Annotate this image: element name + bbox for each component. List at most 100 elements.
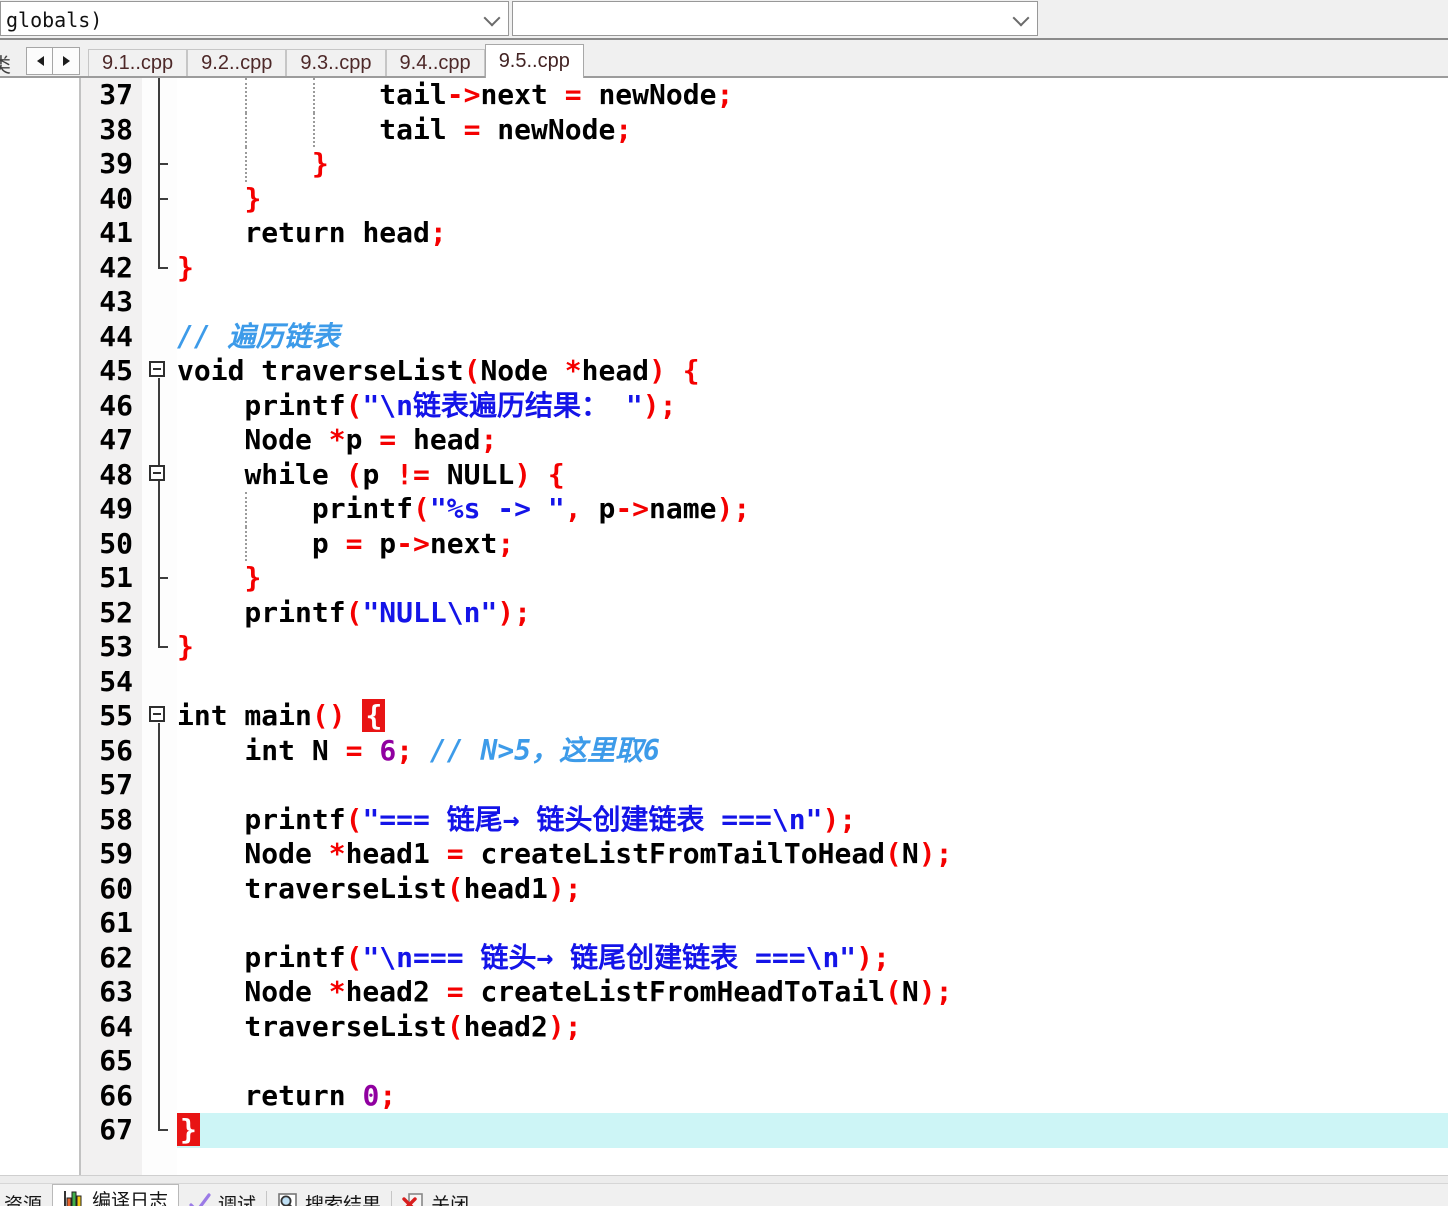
token-o: (: [885, 837, 902, 870]
code-line-50: 50 p = p->next;: [81, 526, 1448, 561]
code-text[interactable]: }: [177, 561, 1448, 596]
token-s: "=== 链尾→ 链头创建链表 ===\n": [362, 802, 823, 836]
code-line-39: 39 }: [81, 147, 1448, 182]
token-p: [177, 734, 244, 767]
member-combobox[interactable]: [512, 1, 1038, 36]
line-number: 60: [81, 871, 142, 906]
token-o: ;: [379, 1078, 397, 1112]
line-number: 56: [81, 733, 142, 768]
code-text[interactable]: Node *head2 = createListFromHeadToTail(N…: [177, 975, 1448, 1010]
fold-collapse-box[interactable]: [149, 361, 165, 377]
line-number: 37: [81, 78, 142, 113]
report-tab-资源[interactable]: 资源: [0, 1188, 52, 1206]
token-o: }: [177, 630, 194, 663]
file-tab-9.5..cpp[interactable]: 9.5..cpp: [484, 44, 584, 78]
report-tab-label: 资源: [4, 1194, 43, 1206]
code-text[interactable]: }: [177, 147, 1448, 182]
code-text[interactable]: tail = newNode;: [177, 112, 1448, 147]
fold-line: [158, 1009, 160, 1044]
code-text[interactable]: traverseList(head2);: [177, 1010, 1448, 1045]
code-text[interactable]: [177, 1044, 1448, 1079]
fold-collapse-box[interactable]: [149, 706, 165, 722]
report-tab-编译日志[interactable]: 编译日志: [52, 1184, 180, 1206]
class-combobox[interactable]: globals): [0, 1, 509, 36]
fold-margin: [142, 526, 177, 561]
fold-line: [158, 906, 160, 941]
code-text[interactable]: int main() {: [177, 699, 1448, 734]
code-line-65: 65: [81, 1044, 1448, 1079]
code-text[interactable]: int N = 6; // N>5，这里取6: [177, 734, 1448, 769]
token-o: ->: [615, 492, 650, 525]
code-text[interactable]: printf("=== 链尾→ 链头创建链表 ===\n");: [177, 803, 1448, 838]
code-text[interactable]: void traverseList(Node *head) {: [177, 354, 1448, 389]
token-p: traverseList: [244, 354, 464, 387]
file-tab-9.1..cpp[interactable]: 9.1..cpp: [88, 49, 188, 76]
code-editor[interactable]: 37 tail->next = newNode; 38 tail = newNod…: [81, 78, 1448, 1176]
code-line-47: 47 Node *p = head;: [81, 423, 1448, 458]
token-k: return: [244, 216, 346, 249]
code-text[interactable]: printf("NULL\n");: [177, 596, 1448, 631]
report-tab-调试[interactable]: 调试: [179, 1188, 266, 1206]
indent-guide: [245, 526, 248, 561]
code-text[interactable]: Node *head1 = createListFromTailToHead(N…: [177, 837, 1448, 872]
fold-margin: [142, 595, 177, 630]
close-x-icon: [402, 1193, 423, 1206]
code-text[interactable]: Node *p = head;: [177, 423, 1448, 458]
code-text[interactable]: }: [177, 182, 1448, 217]
token-p: Node: [177, 837, 329, 870]
code-text[interactable]: return head;: [177, 216, 1448, 251]
code-line-38: 38 tail = newNode;: [81, 112, 1448, 147]
code-line-60: 60 traverseList(head1);: [81, 871, 1448, 907]
code-text[interactable]: [177, 768, 1448, 803]
file-tab-9.4..cpp[interactable]: 9.4..cpp: [385, 49, 485, 76]
token-o: }: [177, 250, 194, 284]
code-text[interactable]: }: [177, 251, 1448, 286]
code-text[interactable]: // 遍历链表: [177, 320, 1448, 355]
token-p: [666, 354, 683, 387]
token-o: );: [822, 802, 857, 836]
line-number: 40: [81, 181, 142, 216]
code-text[interactable]: [177, 665, 1448, 700]
code-line-52: 52 printf("NULL\n");: [81, 595, 1448, 631]
fold-margin[interactable]: [142, 354, 177, 389]
file-tab-9.3..cpp[interactable]: 9.3..cpp: [286, 49, 386, 76]
code-text[interactable]: while (p != NULL) {: [177, 458, 1448, 493]
code-text[interactable]: tail->next = newNode;: [177, 78, 1448, 113]
report-tab-搜索结果[interactable]: 搜索结果: [267, 1188, 391, 1206]
code-text[interactable]: [177, 906, 1448, 941]
code-text[interactable]: [177, 285, 1448, 320]
file-tab-9.2..cpp[interactable]: 9.2..cpp: [187, 49, 287, 76]
tab-scroll-left-button[interactable]: [26, 47, 54, 75]
code-line-57: 57: [81, 768, 1448, 803]
code-text[interactable]: printf("\n链表遍历结果： ");: [177, 389, 1448, 424]
fold-margin[interactable]: [142, 699, 177, 734]
token-p: head: [581, 354, 650, 387]
token-p: N: [901, 837, 919, 870]
line-number: 63: [81, 975, 142, 1010]
code-text[interactable]: }: [177, 1113, 1448, 1148]
token-o: ): [514, 457, 532, 491]
code-text[interactable]: printf("%s -> ", p->name);: [177, 492, 1448, 527]
project-browser-panel[interactable]: [0, 78, 81, 1175]
token-p: head: [396, 423, 481, 456]
tab-scroll-right-button[interactable]: [52, 47, 80, 75]
code-text[interactable]: }: [177, 630, 1448, 665]
token-o: }: [311, 147, 329, 180]
report-tab-关闭[interactable]: 关闭: [392, 1188, 479, 1206]
token-s: "\n链表遍历结果： ": [362, 388, 643, 422]
code-text[interactable]: return 0;: [177, 1079, 1448, 1114]
token-p: createListFromTailToHead: [463, 837, 886, 870]
fold-margin: [142, 630, 177, 665]
fold-margin[interactable]: [142, 457, 177, 492]
gutter-filler-code: [177, 1148, 1448, 1176]
line-number: 50: [81, 526, 142, 561]
token-p: head2: [463, 1009, 548, 1043]
fold-margin: [142, 423, 177, 458]
fold-collapse-box[interactable]: [149, 464, 165, 481]
gutter-filler: [81, 1147, 1448, 1176]
token-p: printf: [177, 940, 346, 974]
code-text[interactable]: traverseList(head1);: [177, 872, 1448, 907]
code-text[interactable]: printf("\n=== 链头→ 链尾创建链表 ===\n");: [177, 941, 1448, 976]
bar-chart-icon: [64, 1190, 82, 1206]
code-text[interactable]: p = p->next;: [177, 526, 1448, 561]
